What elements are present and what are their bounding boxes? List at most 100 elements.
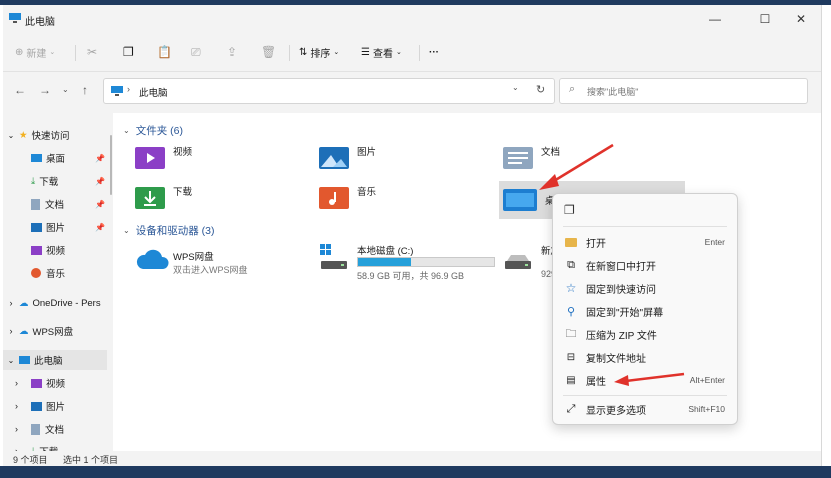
selected-count: 选中 1 个项目 [63, 455, 119, 465]
share-button[interactable]: ⇪ [227, 43, 237, 61]
video-icon [31, 378, 42, 388]
menu-item-open-new-window[interactable]: ⧉ 在新窗口中打开 [553, 254, 737, 276]
menu-shortcut: Shift+F10 [688, 404, 725, 414]
folder-pictures[interactable]: 图片 [319, 143, 489, 173]
chevron-right-icon: › [15, 401, 18, 411]
drives-section-header[interactable]: ⌄ 设备和驱动器 (3) [123, 223, 214, 238]
new-button[interactable]: ⊕ 新建 ⌄ [15, 43, 55, 61]
sidebar-item-label: 桌面 [46, 154, 66, 165]
drive-wps[interactable]: WPS网盘 双击进入WPS网盘 [135, 243, 305, 279]
sidebar-item-videos[interactable]: 视频 [3, 240, 107, 260]
chevron-right-icon: › [15, 424, 18, 434]
view-button[interactable]: ☰ 查看 ⌄ [361, 43, 402, 61]
folder-music[interactable]: 音乐 [319, 183, 489, 213]
pin-icon: 📌 [95, 222, 105, 232]
pin-icon: 📌 [95, 176, 105, 186]
new-label: 新建 [26, 48, 47, 60]
address-dropdown-icon[interactable]: ⌄ [512, 83, 519, 92]
more-options-button[interactable]: ··· [429, 43, 439, 61]
sidebar-item-label: 音乐 [46, 269, 66, 280]
drive-local-c[interactable]: 本地磁盘 (C:) 58.9 GB 可用，共 96.9 GB [319, 241, 495, 281]
sidebar-item-pc-pictures[interactable]: › 图片 [3, 396, 107, 416]
disk-usage-fill [358, 258, 412, 266]
cloud-icon: ☁ [19, 325, 29, 337]
menu-item-show-more[interactable]: ⤢ 显示更多选项 Shift+F10 [553, 398, 737, 420]
context-menu: ❐ 打开 Enter ⧉ 在新窗口中打开 ☆ 固定到快速访问 ⚲ 固定到"开始"… [552, 193, 738, 425]
minimize-button[interactable]: — [700, 8, 730, 30]
folder-open-icon [564, 235, 578, 249]
folder-documents[interactable]: 文档 [503, 143, 673, 173]
sidebar-item-label: 视频 [46, 379, 66, 390]
status-bar: 9 个项目 选中 1 个项目 [3, 451, 821, 466]
sidebar-item-desktop[interactable]: 桌面 📌 [3, 148, 107, 168]
sort-label: 排序 [310, 48, 331, 60]
desktop-icon [31, 154, 42, 162]
sidebar-item-music[interactable]: 音乐 [3, 263, 107, 283]
video-folder-icon [135, 147, 165, 169]
navigation-pane: ⌄ ★ 快速访问 桌面 📌 ⤓ 下载 📌 文档 📌 图片 📌 视频 音乐 › ☁… [3, 113, 113, 451]
drive-subtitle: 双击进入WPS网盘 [173, 265, 248, 275]
menu-item-pin-start[interactable]: ⚲ 固定到"开始"屏幕 [553, 300, 737, 322]
up-arrow-icon[interactable]: ↑ [82, 83, 88, 97]
drive-name: WPS网盘 [173, 252, 214, 263]
sort-button[interactable]: ⇅ 排序 ⌄ [299, 43, 339, 61]
music-icon [31, 268, 41, 278]
search-placeholder: 搜索"此电脑" [587, 87, 639, 97]
sidebar-scrollbar[interactable] [110, 135, 112, 195]
document-icon [31, 198, 40, 210]
sidebar-item-label: WPS网盘 [32, 327, 74, 338]
sidebar-item-label: 文档 [45, 200, 65, 211]
sidebar-item-label: 下载 [39, 444, 58, 451]
menu-item-pin-quick-access[interactable]: ☆ 固定到快速访问 [553, 277, 737, 299]
sort-icon: ⇅ [299, 46, 308, 58]
navigation-bar: ← → ⌄ ↑ › 此电脑 ⌄ ↻ ⌕ 搜索"此电脑" [3, 71, 821, 107]
close-button[interactable]: ✕ [786, 8, 816, 30]
chevron-down-icon: ⌄ [49, 49, 56, 56]
menu-item-compress-zip[interactable]: 🗀 压缩为 ZIP 文件 [553, 323, 737, 345]
sidebar-item-wps[interactable]: › ☁ WPS网盘 [3, 321, 107, 341]
maximize-button[interactable]: ☐ [750, 8, 780, 30]
show-more-icon: ⤢ [566, 402, 576, 415]
sidebar-item-this-pc[interactable]: ⌄ 此电脑 [3, 350, 107, 370]
sidebar-item-onedrive[interactable]: › ☁ OneDrive - Pers [3, 293, 107, 313]
delete-button[interactable]: 🗑 [261, 43, 276, 61]
copy-icon[interactable]: ❐ [564, 203, 575, 217]
sidebar-item-label: 此电脑 [34, 356, 63, 367]
folder-videos[interactable]: 视频 [135, 143, 305, 173]
sidebar-item-pc-downloads[interactable]: › ⤓ 下载 [3, 441, 107, 452]
breadcrumb[interactable]: 此电脑 [139, 85, 168, 99]
search-input[interactable]: ⌕ 搜索"此电脑" [559, 78, 808, 104]
picture-folder-icon [319, 147, 349, 169]
copy-button[interactable]: ❐ [123, 43, 134, 61]
address-bar[interactable]: › 此电脑 ⌄ ↻ [103, 78, 555, 104]
search-icon: ⌕ [569, 83, 576, 95]
sidebar-item-pc-documents[interactable]: › 文档 [3, 419, 107, 439]
paste-button[interactable]: 📋 [157, 43, 172, 61]
sidebar-item-documents[interactable]: 文档 📌 [3, 194, 107, 214]
menu-item-label: 压缩为 ZIP 文件 [586, 330, 657, 342]
menu-item-label: 固定到快速访问 [586, 284, 656, 296]
folder-downloads[interactable]: 下载 [135, 183, 305, 213]
folders-section-header[interactable]: ⌄ 文件夹 (6) [123, 123, 183, 138]
document-icon [31, 423, 40, 435]
pin-icon: 📌 [95, 199, 105, 209]
cut-button[interactable]: ✂ [87, 43, 97, 61]
picture-icon [31, 401, 42, 411]
forward-arrow-icon[interactable]: → [39, 83, 51, 97]
menu-item-open[interactable]: 打开 Enter [553, 231, 737, 253]
rename-button[interactable]: ⎚ [191, 43, 201, 61]
window-title: 此电脑 [25, 17, 55, 28]
refresh-icon[interactable]: ↻ [536, 83, 545, 96]
menu-item-properties[interactable]: ▤ 属性 Alt+Enter [553, 369, 737, 391]
back-arrow-icon[interactable]: ← [14, 83, 26, 97]
recent-chevron-icon[interactable]: ⌄ [62, 85, 69, 94]
section-title: 文件夹 (6) [135, 125, 183, 137]
chevron-down-icon: ⌄ [123, 226, 130, 235]
chevron-right-icon: › [9, 326, 13, 336]
sidebar-item-downloads[interactable]: ⤓ 下载 📌 [3, 171, 107, 191]
sidebar-item-quick-access[interactable]: ⌄ ★ 快速访问 [3, 125, 107, 145]
sidebar-item-pc-videos[interactable]: › 视频 [3, 373, 107, 393]
sidebar-item-pictures[interactable]: 图片 📌 [3, 217, 107, 237]
menu-item-copy-path[interactable]: ⊟ 复制文件地址 [553, 346, 737, 368]
chevron-right-icon: › [9, 298, 13, 308]
